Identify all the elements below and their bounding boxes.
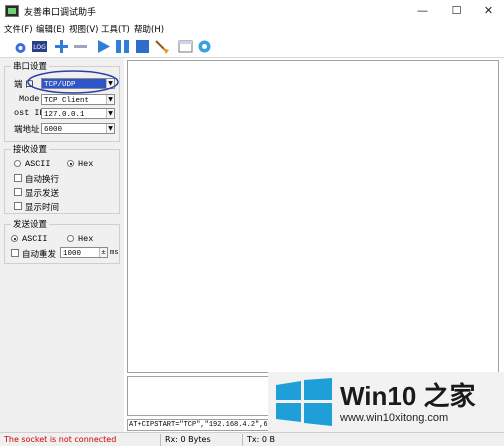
send-ascii-label: ASCII	[22, 234, 48, 244]
chevron-down-icon: ▼	[106, 124, 114, 133]
send-settings-group: 发送设置 ASCII Hex 自动重发 1000 ± ms	[4, 218, 120, 264]
new-window-icon[interactable]	[177, 38, 194, 55]
port-number-label: 端地址	[14, 125, 40, 135]
port-number-field[interactable]: 6000 ▼	[41, 123, 115, 134]
settings-icon[interactable]	[196, 38, 213, 55]
send-hex-radio[interactable]	[67, 235, 74, 242]
play-icon[interactable]	[95, 38, 112, 55]
connection-status: The socket is not connected	[4, 435, 117, 444]
settings-panel: 串口设置 端 口 TCP/UDP ▼ Mode TCP Client ▼ ost…	[0, 58, 124, 432]
menu-file[interactable]: 文件(F)	[4, 23, 33, 35]
mode-select[interactable]: TCP Client ▼	[41, 94, 115, 105]
mode-label: Mode	[19, 94, 40, 104]
menu-edit[interactable]: 编辑(E)	[36, 23, 65, 35]
send-settings-title: 发送设置	[11, 218, 50, 230]
receive-settings-group: 接收设置 ASCII Hex 自动换行 显示发送 显示时间	[4, 143, 120, 214]
recv-hex-radio[interactable]	[67, 160, 74, 167]
window-title: 友善串口调试助手	[24, 8, 97, 18]
send-hex-label: Hex	[78, 234, 94, 244]
menu-view[interactable]: 视图(V)	[69, 23, 98, 35]
recv-ascii-label: ASCII	[25, 159, 51, 169]
port-number-value: 6000	[44, 126, 63, 134]
watermark: Win10 之家 www.win10xitong.com	[268, 372, 504, 432]
receive-textarea[interactable]	[127, 60, 499, 373]
menu-bar: 文件(F) 编辑(E) 视图(V) 工具(T) 帮助(H)	[0, 22, 504, 36]
host-ip-value: 127.0.0.1	[44, 111, 85, 119]
send-textarea[interactable]	[127, 376, 272, 416]
show-time-label: 显示时间	[25, 203, 60, 213]
auto-wrap-checkbox[interactable]	[14, 174, 22, 182]
auto-resend-label: 自动重发	[22, 250, 57, 260]
toolbar: LOG	[0, 36, 504, 58]
status-divider	[242, 434, 243, 446]
auto-wrap-label: 自动换行	[25, 175, 60, 185]
status-divider	[160, 434, 161, 446]
rx-counter: Rx: 0 Bytes	[165, 435, 211, 444]
windows-logo-icon	[276, 378, 332, 426]
resend-interval-value: 1000	[63, 250, 82, 258]
command-input[interactable]: AT+CIPSTART="TCP","192.168.4.2",6(	[127, 419, 272, 431]
maximize-button[interactable]: ☐	[440, 0, 473, 22]
watermark-url: www.win10xitong.com	[340, 412, 449, 424]
watermark-brand: Win10 之家	[340, 381, 476, 411]
chevron-down-icon: ▼	[106, 109, 114, 118]
receive-settings-title: 接收设置	[11, 143, 50, 155]
svg-text:LOG: LOG	[33, 44, 46, 51]
clear-icon[interactable]	[153, 38, 170, 55]
serial-settings-group: 串口设置 端 口 TCP/UDP ▼ Mode TCP Client ▼ ost…	[4, 60, 120, 142]
stop-icon[interactable]	[134, 38, 151, 55]
chevron-down-icon: ▼	[106, 95, 114, 104]
send-ascii-radio[interactable]	[11, 235, 18, 242]
resend-interval-field[interactable]: 1000 ±	[60, 247, 108, 258]
recv-ascii-radio[interactable]	[14, 160, 21, 167]
recv-hex-label: Hex	[78, 159, 94, 169]
interval-unit: ms	[110, 249, 119, 257]
menu-help[interactable]: 帮助(H)	[134, 23, 164, 35]
status-bar: The socket is not connected Rx: 0 Bytes …	[0, 432, 504, 446]
app-icon	[5, 5, 19, 17]
remove-icon[interactable]	[72, 38, 89, 55]
menu-tools[interactable]: 工具(T)	[101, 23, 130, 35]
show-send-checkbox[interactable]	[14, 188, 22, 196]
spinner-icon[interactable]: ±	[99, 248, 107, 257]
close-button[interactable]: ✕	[472, 0, 504, 22]
host-ip-field[interactable]: 127.0.0.1 ▼	[41, 108, 115, 119]
annotation-circle	[27, 70, 119, 94]
auto-resend-checkbox[interactable]	[11, 249, 19, 257]
log-icon[interactable]: LOG	[31, 38, 48, 55]
mode-select-value: TCP Client	[44, 97, 90, 105]
title-bar: 友善串口调试助手 — ☐ ✕	[0, 0, 504, 22]
tx-counter: Tx: 0 B	[247, 435, 275, 444]
pause-icon[interactable]	[114, 38, 131, 55]
minimize-button[interactable]: —	[406, 0, 439, 22]
add-icon[interactable]	[53, 38, 70, 55]
show-time-checkbox[interactable]	[14, 202, 22, 210]
connect-icon[interactable]	[12, 38, 29, 55]
show-send-label: 显示发送	[25, 189, 60, 199]
